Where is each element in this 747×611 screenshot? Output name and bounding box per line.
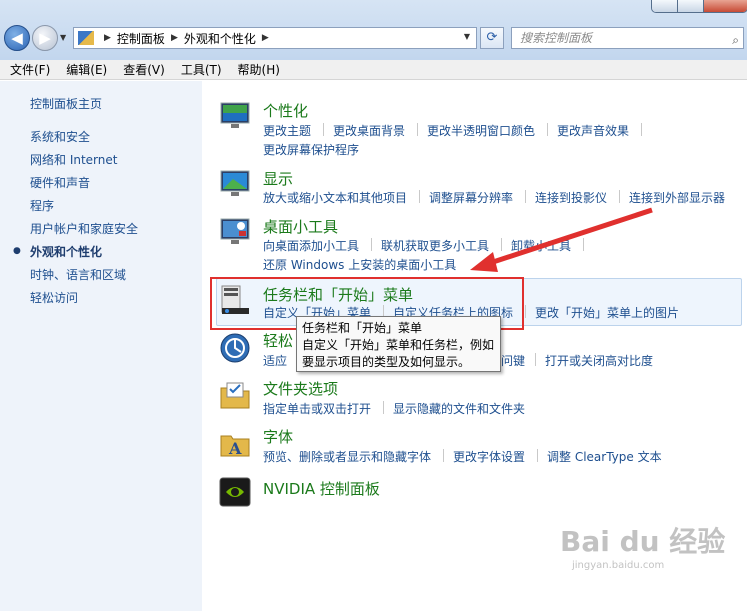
link-separator	[371, 238, 372, 251]
link-text-size[interactable]: 放大或缩小文本和其他项目	[263, 189, 407, 206]
personalization-icon[interactable]	[219, 100, 251, 132]
link-separator	[525, 305, 526, 318]
link-ease-keys[interactable]: 问键	[501, 352, 525, 369]
breadcrumb-control-panel[interactable]: 控制面板	[117, 30, 165, 47]
link-external-display[interactable]: 连接到外部显示器	[629, 189, 725, 206]
sidebar-item-clock-language[interactable]: 时钟、语言和区域	[30, 266, 126, 283]
sidebar-item-network[interactable]: 网络和 Internet	[30, 151, 117, 168]
category-title-fonts[interactable]: 字体	[263, 426, 293, 447]
link-separator	[417, 123, 418, 136]
link-projector[interactable]: 连接到投影仪	[535, 189, 607, 206]
watermark-text: Bai du 经验	[560, 525, 726, 558]
link-separator	[323, 123, 324, 136]
ease-of-access-icon[interactable]	[219, 332, 251, 364]
link-add-gadgets[interactable]: 向桌面添加小工具	[263, 237, 359, 254]
sidebar-item-hardware-sound[interactable]: 硬件和声音	[30, 174, 90, 191]
menu-view[interactable]: 查看(V)	[123, 61, 165, 78]
breadcrumb-separator-icon[interactable]: ▶	[262, 33, 269, 43]
breadcrumb-separator-icon[interactable]: ▶	[171, 33, 178, 43]
history-dropdown-icon[interactable]: ▼	[60, 33, 66, 42]
link-sound-effects[interactable]: 更改声音效果	[557, 122, 629, 139]
back-button[interactable]: ◀	[4, 25, 30, 51]
link-separator	[535, 353, 536, 366]
link-separator	[583, 238, 584, 251]
active-bullet-icon: ●	[13, 246, 21, 256]
link-change-background[interactable]: 更改桌面背景	[333, 122, 405, 139]
sidebar-item-user-accounts[interactable]: 用户帐户和家庭安全	[30, 220, 138, 237]
menu-edit[interactable]: 编辑(E)	[66, 61, 107, 78]
tooltip-title: 任务栏和「开始」菜单	[302, 321, 423, 335]
category-title-ease-of-access[interactable]: 轻松	[263, 330, 293, 351]
link-screensaver[interactable]: 更改屏幕保护程序	[263, 141, 359, 158]
sidebar: 控制面板主页 系统和安全 网络和 Internet 硬件和声音 程序 用户帐户和…	[0, 81, 202, 611]
link-show-hidden[interactable]: 显示隐藏的文件和文件夹	[393, 400, 525, 417]
link-restore-gadgets[interactable]: 还原 Windows 上安装的桌面小工具	[263, 256, 456, 273]
menu-tools[interactable]: 工具(T)	[181, 61, 222, 78]
link-separator	[619, 190, 620, 203]
svg-text:A: A	[228, 439, 242, 458]
link-change-theme[interactable]: 更改主题	[263, 122, 311, 139]
category-title-gadgets[interactable]: 桌面小工具	[263, 216, 338, 237]
category-title-folder-options[interactable]: 文件夹选项	[263, 378, 338, 399]
close-button[interactable]	[704, 0, 747, 12]
gadgets-icon[interactable]	[219, 216, 251, 248]
tooltip-line: 自定义「开始」菜单和任务栏，例如	[302, 338, 495, 352]
link-online-gadgets[interactable]: 联机获取更多小工具	[381, 237, 489, 254]
link-cleartype[interactable]: 调整 ClearType 文本	[547, 448, 662, 465]
refresh-icon: ⟳	[486, 30, 498, 45]
search-input[interactable]: 搜索控制面板 ⌕	[511, 27, 744, 49]
link-separator	[547, 123, 548, 136]
menu-bar: 文件(F) 编辑(E) 查看(V) 工具(T) 帮助(H)	[0, 60, 747, 80]
tooltip: 任务栏和「开始」菜单 自定义「开始」菜单和任务栏，例如 要显示项目的类型及如何显…	[296, 316, 501, 372]
link-start-picture[interactable]: 更改「开始」菜单上的图片	[535, 304, 679, 321]
link-separator	[537, 449, 538, 462]
refresh-button[interactable]: ⟳	[480, 27, 504, 49]
link-ease-adapt[interactable]: 适应	[263, 352, 287, 369]
link-separator	[443, 449, 444, 462]
search-placeholder: 搜索控制面板	[520, 31, 593, 45]
sidebar-item-programs[interactable]: 程序	[30, 197, 54, 214]
sidebar-item-appearance: 外观和个性化	[30, 245, 103, 259]
link-font-settings[interactable]: 更改字体设置	[453, 448, 525, 465]
link-click-open[interactable]: 指定单击或双击打开	[263, 400, 371, 417]
link-separator	[501, 238, 502, 251]
baidu-watermark: Bai du 经验 jingyan.baidu.com	[560, 520, 725, 571]
link-uninstall-gadget[interactable]: 卸载小工具	[511, 237, 571, 254]
sidebar-item-ease-of-access[interactable]: 轻松访问	[30, 289, 78, 306]
link-separator	[383, 401, 384, 414]
control-panel-icon	[78, 31, 94, 45]
link-high-contrast[interactable]: 打开或关闭高对比度	[545, 352, 653, 369]
search-icon[interactable]: ⌕	[732, 30, 739, 50]
folder-options-icon[interactable]	[219, 380, 251, 412]
link-separator	[419, 190, 420, 203]
watermark-url: jingyan.baidu.com	[572, 560, 665, 571]
window-controls	[651, 0, 747, 13]
breadcrumb-separator-icon[interactable]: ▶	[104, 33, 111, 43]
forward-arrow-icon: ▶	[39, 29, 51, 47]
display-icon[interactable]	[219, 168, 251, 200]
link-preview-fonts[interactable]: 预览、删除或者显示和隐藏字体	[263, 448, 431, 465]
address-bar[interactable]: ▶ 控制面板 ▶ 外观和个性化 ▶ ▼	[73, 27, 477, 49]
fonts-icon[interactable]: A	[219, 428, 251, 460]
nvidia-icon[interactable]	[219, 476, 251, 508]
link-separator	[525, 190, 526, 203]
link-window-color[interactable]: 更改半透明窗口颜色	[427, 122, 535, 139]
link-resolution[interactable]: 调整屏幕分辨率	[429, 189, 513, 206]
sidebar-item-system-security[interactable]: 系统和安全	[30, 128, 90, 145]
minimize-button[interactable]	[652, 0, 678, 12]
category-title-nvidia[interactable]: NVIDIA 控制面板	[263, 478, 380, 499]
link-separator	[641, 123, 642, 136]
back-arrow-icon: ◀	[11, 29, 23, 47]
category-title-display[interactable]: 显示	[263, 168, 293, 189]
breadcrumb-appearance[interactable]: 外观和个性化	[184, 30, 256, 47]
menu-file[interactable]: 文件(F)	[10, 61, 50, 78]
tooltip-line: 要显示项目的类型及如何显示。	[302, 355, 471, 369]
address-dropdown-icon[interactable]: ▼	[464, 32, 470, 41]
sidebar-home-link[interactable]: 控制面板主页	[30, 95, 102, 112]
maximize-button[interactable]	[678, 0, 704, 12]
category-title-personalization[interactable]: 个性化	[263, 100, 308, 121]
forward-button[interactable]: ▶	[32, 25, 58, 51]
menu-help[interactable]: 帮助(H)	[238, 61, 280, 78]
